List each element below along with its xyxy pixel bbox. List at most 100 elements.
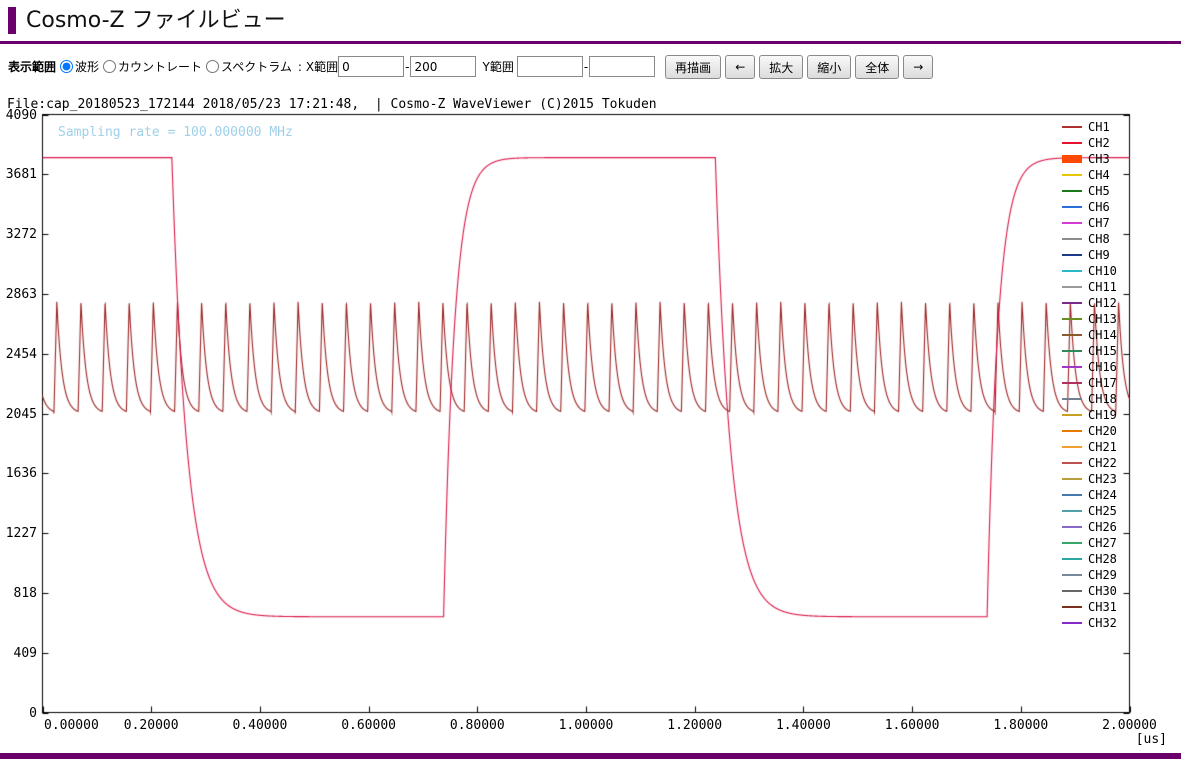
x-range-from-input[interactable] (338, 56, 404, 77)
legend-label: CH30 (1088, 583, 1117, 599)
y-range-from-input[interactable] (517, 56, 583, 77)
legend-label: CH2 (1088, 135, 1110, 151)
legend-swatch (1062, 302, 1082, 304)
x-tick-label: 2.00000 (1090, 718, 1170, 733)
spectrum-radio[interactable] (206, 60, 219, 73)
legend-swatch (1062, 446, 1082, 448)
zoom-in-button[interactable]: 拡大 (759, 55, 803, 79)
legend-swatch (1062, 350, 1082, 352)
legend-label: CH20 (1088, 423, 1117, 439)
waveform-canvas[interactable] (0, 96, 1181, 752)
legend-swatch (1062, 606, 1082, 608)
y-tick-label: 2454 (0, 347, 37, 362)
redraw-button[interactable]: 再描画 (665, 55, 721, 79)
legend-item-ch6: CH6 (1062, 199, 1110, 215)
mode-option-countrate[interactable]: カウントレート (101, 58, 202, 75)
y-tick-label: 2863 (0, 287, 37, 302)
legend-swatch (1062, 286, 1082, 288)
legend-item-ch2: CH2 (1062, 135, 1110, 151)
legend-item-ch8: CH8 (1062, 231, 1110, 247)
sampling-rate-note: Sampling rate = 100.000000 MHz (58, 125, 293, 140)
x-tick-label: 0.60000 (329, 718, 409, 733)
display-range-label: 表示範囲 (8, 58, 56, 75)
legend-label: CH15 (1088, 343, 1117, 359)
scroll-right-button[interactable]: → (903, 55, 933, 79)
app-header: Cosmo-Z ファイルビュー (0, 0, 1181, 44)
legend-label: CH14 (1088, 327, 1117, 343)
legend-item-ch29: CH29 (1062, 567, 1117, 583)
legend-swatch (1062, 238, 1082, 240)
legend-label: CH31 (1088, 599, 1117, 615)
bottom-divider (0, 753, 1181, 759)
legend-item-ch14: CH14 (1062, 327, 1117, 343)
legend-item-ch15: CH15 (1062, 343, 1117, 359)
legend-label: CH9 (1088, 247, 1110, 263)
legend-label: CH13 (1088, 311, 1117, 327)
legend-item-ch21: CH21 (1062, 439, 1117, 455)
legend-label: CH26 (1088, 519, 1117, 535)
legend-label: CH24 (1088, 487, 1117, 503)
legend-label: CH18 (1088, 391, 1117, 407)
x-axis-unit: [us] (1136, 732, 1167, 747)
legend-label: CH19 (1088, 407, 1117, 423)
legend-item-ch5: CH5 (1062, 183, 1110, 199)
y-tick-label: 409 (0, 646, 37, 661)
y-range-dash: - (584, 60, 588, 74)
legend-label: CH28 (1088, 551, 1117, 567)
legend-label: CH29 (1088, 567, 1117, 583)
waveform-radio[interactable] (60, 60, 73, 73)
legend-label: CH6 (1088, 199, 1110, 215)
zoom-out-button[interactable]: 縮小 (807, 55, 851, 79)
colon-separator: : (298, 60, 302, 74)
legend-swatch (1062, 254, 1082, 256)
legend-label: CH16 (1088, 359, 1117, 375)
legend-swatch (1062, 190, 1082, 192)
legend-swatch (1062, 558, 1082, 560)
legend-swatch (1062, 174, 1082, 176)
legend-swatch (1062, 478, 1082, 480)
legend-label: CH7 (1088, 215, 1110, 231)
legend-item-ch20: CH20 (1062, 423, 1117, 439)
legend-label: CH32 (1088, 615, 1117, 631)
x-tick-label: 1.80000 (981, 718, 1061, 733)
page-title: Cosmo-Z ファイルビュー (8, 7, 1181, 34)
legend-label: CH11 (1088, 279, 1117, 295)
chart-title: File:cap_20180523_172144 2018/05/23 17:2… (7, 97, 657, 112)
y-tick-label: 3681 (0, 167, 37, 182)
legend-label: CH4 (1088, 167, 1110, 183)
legend-label: CH23 (1088, 471, 1117, 487)
x-tick-label: 1.60000 (872, 718, 952, 733)
legend-item-ch23: CH23 (1062, 471, 1117, 487)
y-range-to-input[interactable] (589, 56, 655, 77)
waveform-radio-label: 波形 (75, 58, 99, 75)
y-tick-label: 0 (0, 706, 37, 721)
legend-item-ch4: CH4 (1062, 167, 1110, 183)
legend-item-ch1: CH1 (1062, 119, 1110, 135)
legend-item-ch30: CH30 (1062, 583, 1117, 599)
legend-item-ch13: CH13 (1062, 311, 1117, 327)
legend-swatch (1062, 414, 1082, 416)
full-view-button[interactable]: 全体 (855, 55, 899, 79)
legend-label: CH5 (1088, 183, 1110, 199)
x-tick-label: 1.20000 (655, 718, 735, 733)
legend-swatch (1062, 334, 1082, 336)
mode-option-spectrum[interactable]: スペクトラム (204, 58, 292, 75)
legend-item-ch11: CH11 (1062, 279, 1117, 295)
legend-swatch (1062, 366, 1082, 368)
legend-item-ch32: CH32 (1062, 615, 1117, 631)
x-range-to-input[interactable] (410, 56, 476, 77)
legend-label: CH8 (1088, 231, 1110, 247)
countrate-radio[interactable] (103, 60, 116, 73)
legend-swatch (1062, 494, 1082, 496)
x-range-dash: - (405, 60, 409, 74)
scroll-left-button[interactable]: ← (725, 55, 755, 79)
legend-item-ch24: CH24 (1062, 487, 1117, 503)
legend-swatch (1062, 206, 1082, 208)
legend-swatch (1062, 126, 1082, 128)
legend-label: CH10 (1088, 263, 1117, 279)
legend-swatch (1062, 622, 1082, 624)
legend-swatch (1062, 398, 1082, 400)
mode-option-waveform[interactable]: 波形 (58, 58, 99, 75)
legend-swatch (1062, 590, 1082, 592)
legend-label: CH12 (1088, 295, 1117, 311)
